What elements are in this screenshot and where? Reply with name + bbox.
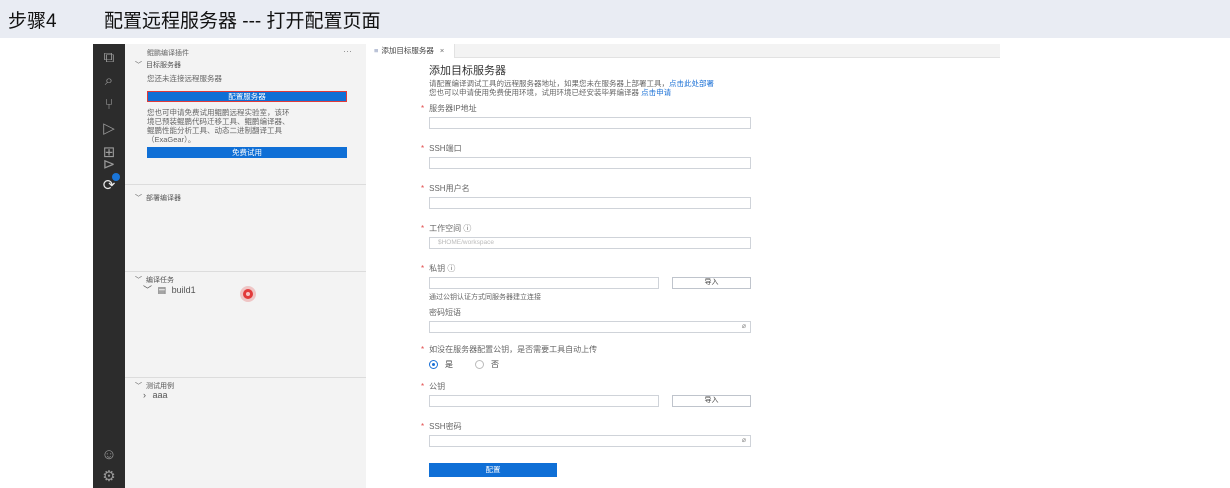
source-control-icon[interactable]: ⑂ (100, 96, 118, 114)
sidebar: 鲲鹏编译插件 ··· ﹀ 目标服务器 您还未连接远程服务器 配置服务器 您也可申请… (125, 44, 366, 488)
public-key-label: * 公钥 (421, 382, 446, 391)
task-file-icon: ▤ (157, 285, 167, 295)
tab-add-target-server[interactable]: ≡ 添加目标服务器 × (366, 44, 456, 58)
ssh-user-input[interactable] (429, 197, 751, 209)
section-divider (125, 377, 366, 378)
close-icon[interactable]: × (440, 46, 444, 55)
ssh-password-label: * SSH密码 (421, 422, 462, 431)
passphrase-label: 密码短语 (429, 308, 461, 317)
upload-radio-group: 是 否 (429, 359, 499, 370)
ssh-port-input[interactable] (429, 157, 751, 169)
chevron-down-icon: ﹀ (135, 62, 142, 69)
step-banner: 步骤4 配置远程服务器 --- 打开配置页面 (0, 0, 1230, 38)
run-debug-icon[interactable]: ▷ (100, 120, 118, 138)
trial-text-line-4: （ExaGear）。 (147, 135, 196, 144)
passphrase-input[interactable]: ⌀ (429, 321, 751, 333)
chevron-down-icon: ﹀ (135, 277, 142, 284)
add-server-form: 添加目标服务器 请配置编译调试工具的远程服务器地址，如果您未在服务器上部署工具，… (366, 58, 1000, 488)
explorer-icon[interactable]: ⧉ (100, 49, 118, 67)
chevron-right-icon: › (143, 390, 146, 400)
private-key-input[interactable] (429, 277, 659, 289)
tab-label: 添加目标服务器 (381, 46, 434, 55)
import-public-key-button[interactable]: 导入 (672, 395, 751, 407)
section-divider (125, 184, 366, 185)
sidebar-title: 鲲鹏编译插件 (147, 50, 189, 57)
trial-text-line-3: 鲲鹏性能分析工具、动态二进制翻译工具 (147, 126, 282, 135)
click-indicator (243, 289, 253, 299)
radio-no-label: 否 (491, 360, 499, 369)
apply-link[interactable]: 点击申请 (641, 88, 671, 97)
config-server-button[interactable]: 配置服务器 (147, 91, 347, 102)
ssh-password-input[interactable]: ⌀ (429, 435, 751, 447)
search-icon[interactable]: ⌕ (100, 72, 118, 90)
radio-no[interactable] (475, 360, 484, 369)
radio-yes[interactable] (429, 360, 438, 369)
not-connected-text: 您还未连接远程服务器 (147, 74, 222, 83)
test-case-label: aaa (152, 390, 168, 400)
test-case-item-aaa[interactable]: › aaa (143, 390, 168, 400)
tab-file-icon: ≡ (374, 46, 379, 55)
ip-input[interactable] (429, 117, 751, 129)
form-description-2: 您也可以申请使用免费使用环境，试用环境已经安装毕昇编译器 点击申请 (429, 88, 672, 97)
upload-question-label: * 如没在服务器配置公钥，是否需要工具自动上传 (421, 345, 598, 354)
public-key-input[interactable] (429, 395, 659, 407)
account-icon[interactable]: ☺ (100, 446, 118, 464)
configure-submit-button[interactable]: 配置 (429, 463, 557, 477)
activity-bar: ⧉ ⌕ ⑂ ▷ ⊞ ⊳ ⟳ ☺ ⚙ (93, 44, 125, 488)
ssh-port-label: * SSH端口 (421, 144, 462, 153)
free-trial-button[interactable]: 免费试用 (147, 147, 347, 158)
deploy-link[interactable]: 点击此处部署 (669, 79, 714, 88)
step-number: 步骤4 (8, 10, 57, 32)
ide-screenshot: ⧉ ⌕ ⑂ ▷ ⊞ ⊳ ⟳ ☺ ⚙ 鲲鹏编译插件 ··· ﹀ 目标服务器 您还未连… (93, 44, 1000, 488)
section-deploy-compiler[interactable]: ﹀ 部署编译器 (135, 193, 181, 203)
chevron-down-icon: ﹀ (143, 285, 153, 295)
eye-hidden-icon[interactable]: ⌀ (742, 322, 746, 332)
play-circle-icon[interactable]: ⊳ (100, 156, 118, 174)
workspace-label: * 工作空间 ⓘ (421, 224, 472, 233)
trial-text-line-2: 境已预装鲲鹏代码迁移工具、鲲鹏编译器、 (147, 117, 290, 126)
ip-label: * 服务器IP地址 (421, 104, 477, 113)
chevron-down-icon: ﹀ (135, 383, 142, 390)
page-title: 添加目标服务器 (429, 65, 506, 77)
settings-gear-icon[interactable]: ⚙ (100, 468, 118, 486)
chevron-down-icon: ﹀ (135, 195, 142, 202)
workspace-input[interactable]: $HOME/workspace (429, 237, 751, 249)
import-private-key-button[interactable]: 导入 (672, 277, 751, 289)
ssh-user-label: * SSH用户名 (421, 184, 470, 193)
task-item-label: build1 (171, 285, 196, 295)
section-divider (125, 271, 366, 272)
editor-tab-bar: ≡ 添加目标服务器 × (366, 44, 1000, 58)
private-key-note: 通过公钥认证方式同服务器建立连接 (429, 294, 541, 301)
step-title: 配置远程服务器 --- 打开配置页面 (104, 10, 381, 32)
eye-hidden-icon[interactable]: ⌀ (742, 436, 746, 446)
task-item-build1[interactable]: ﹀ ▤ build1 (143, 283, 196, 296)
private-key-label: * 私钥 ⓘ (421, 264, 456, 273)
more-actions-icon[interactable]: ··· (343, 46, 352, 56)
section-target-server[interactable]: ﹀ 目标服务器 (135, 60, 181, 70)
radio-yes-label: 是 (445, 360, 453, 369)
trial-text-line-1: 您也可申请免费试用鲲鹏远程实验室，该环 (147, 108, 290, 117)
compile-tool-icon[interactable]: ⟳ (100, 177, 118, 195)
